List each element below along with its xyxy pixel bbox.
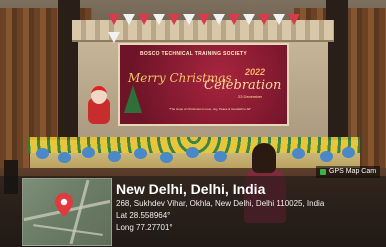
banner-org: BOSCO TECHNICAL TRAINING SOCIETY bbox=[140, 51, 248, 57]
bunting-flags bbox=[108, 12, 314, 43]
banner-celebration: Celebration bbox=[204, 78, 282, 93]
banner-year: 2022 bbox=[245, 67, 266, 77]
location-latitude: Lat 28.558964° bbox=[116, 211, 171, 220]
location-city: New Delhi, Delhi, India bbox=[116, 181, 266, 197]
camera-icon bbox=[320, 169, 326, 175]
location-address: 268, Sukhdev Vihar, Okhla, New Delhi, De… bbox=[116, 199, 325, 208]
banner-subtitle: "The Hope of Christmas is Love, Joy, Pea… bbox=[168, 107, 252, 111]
santa-figure bbox=[88, 86, 110, 126]
location-info: New Delhi, Delhi, India 268, Sukhdev Vih… bbox=[116, 180, 324, 234]
map-thumbnail bbox=[22, 178, 112, 246]
location-longitude: Long 77.27701° bbox=[116, 223, 173, 232]
map-pin-icon bbox=[55, 193, 73, 217]
balloon-row bbox=[30, 146, 360, 166]
christmas-tree bbox=[124, 85, 142, 113]
christmas-banner: BOSCO TECHNICAL TRAINING SOCIETY Merry C… bbox=[118, 43, 289, 126]
banner-date: 23 December bbox=[238, 94, 263, 99]
